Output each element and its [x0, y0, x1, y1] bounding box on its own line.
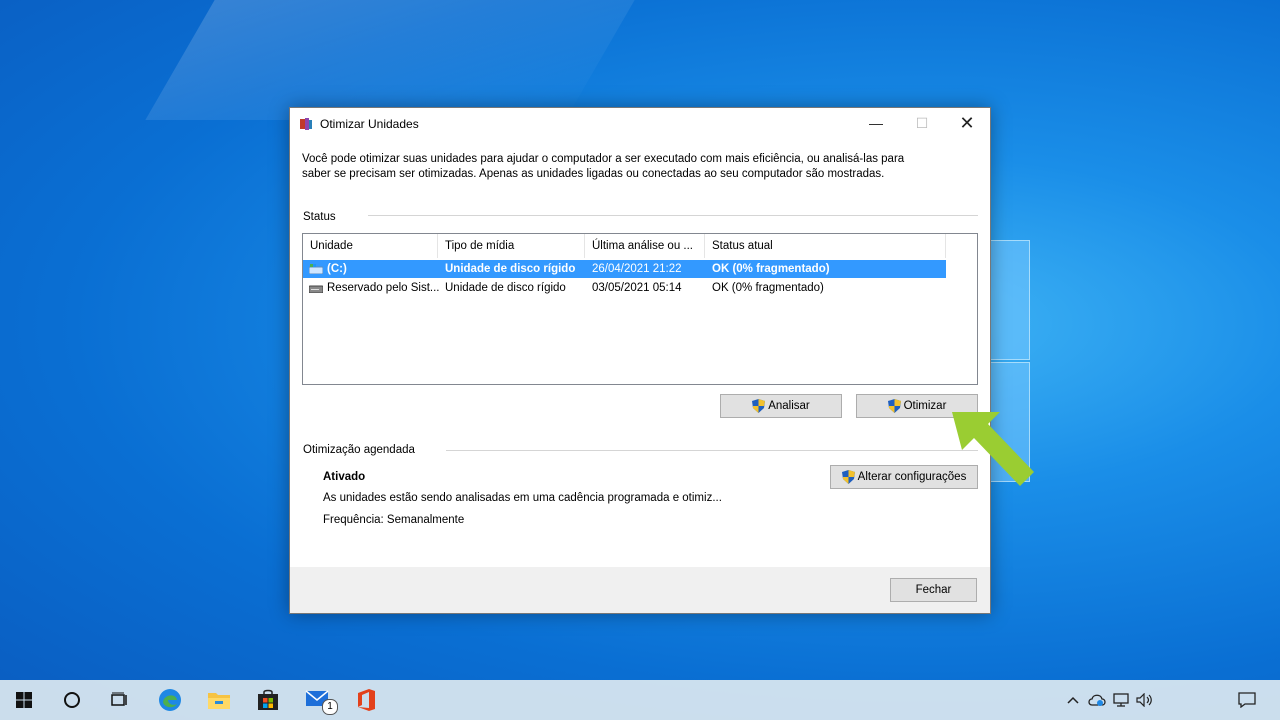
defrag-app-icon [300, 118, 312, 130]
start-button[interactable] [0, 680, 48, 720]
search-button[interactable] [48, 680, 96, 720]
uac-shield-icon [887, 399, 901, 413]
mail-badge: 1 [322, 699, 338, 715]
status-separator [368, 215, 978, 216]
office-icon [358, 689, 375, 711]
uac-shield-icon [841, 470, 855, 484]
start-icon [16, 692, 32, 708]
file-explorer-icon [208, 693, 230, 709]
schedule-section-label: Otimização agendada [303, 444, 415, 456]
onedrive-tray-button[interactable] [1086, 680, 1108, 720]
network-tray-button[interactable] [1110, 680, 1132, 720]
status-section-label: Status [303, 211, 336, 223]
hard-drive-icon [309, 285, 323, 293]
intro-text: Você pode otimizar suas unidades para aj… [302, 152, 942, 182]
uac-shield-icon [752, 399, 766, 413]
close-window-button[interactable]: ✕ [944, 108, 990, 138]
maximize-button[interactable]: ☐ [899, 108, 945, 138]
intro-line-2: saber se precisam ser otimizadas. Apenas… [302, 168, 885, 180]
drive-name: (C:) [327, 263, 347, 275]
network-icon [1113, 693, 1129, 707]
window-title: Otimizar Unidades [320, 117, 419, 131]
drive-last-analysis: 03/05/2021 05:14 [592, 282, 682, 294]
column-header-media[interactable]: Tipo de mídia [438, 234, 585, 258]
drive-name: Reservado pelo Sist... [327, 282, 440, 294]
action-center-icon [1238, 692, 1256, 708]
system-drive-icon [309, 264, 323, 274]
desktop-light-beam [145, 0, 635, 120]
minimize-icon: — [869, 115, 883, 131]
edge-button[interactable] [146, 680, 194, 720]
search-icon [64, 692, 80, 708]
column-header-status[interactable]: Status atual [705, 234, 946, 258]
schedule-description: As unidades estão sendo analisadas em um… [323, 492, 722, 504]
drive-media-type: Unidade de disco rígido [445, 282, 566, 294]
schedule-frequency: Frequência: Semanalmente [323, 514, 465, 526]
drive-row-c[interactable]: (C:) Unidade de disco rígido 26/04/2021 … [303, 260, 946, 278]
mail-button[interactable]: 1 [294, 680, 342, 720]
close-label: Fechar [915, 584, 952, 596]
drive-media-type: Unidade de disco rígido [445, 263, 576, 275]
column-header-drive[interactable]: Unidade [303, 234, 438, 258]
cloud-sync-icon [1088, 694, 1106, 706]
taskbar: 1 [0, 680, 1280, 720]
minimize-button[interactable]: — [853, 108, 899, 138]
show-hidden-icons-button[interactable] [1062, 680, 1084, 720]
drives-list-header: Unidade Tipo de mídia Última análise ou … [303, 234, 977, 258]
analyze-label: Analisar [768, 400, 810, 412]
green-arrow-annotation [952, 412, 1034, 486]
volume-tray-button[interactable] [1134, 680, 1156, 720]
file-explorer-button[interactable] [195, 680, 243, 720]
store-icon [258, 689, 278, 710]
drive-last-analysis: 26/04/2021 21:22 [592, 263, 682, 275]
intro-line-1: Você pode otimizar suas unidades para aj… [302, 153, 905, 165]
office-button[interactable] [342, 680, 390, 720]
schedule-state: Ativado [323, 471, 366, 483]
task-view-icon [111, 692, 127, 706]
analyze-button[interactable]: Analisar [720, 394, 842, 418]
optimize-drives-dialog: Otimizar Unidades — ☐ ✕ Você pode otimiz… [289, 107, 991, 614]
optimize-label: Otimizar [903, 400, 947, 412]
drive-row-reserved[interactable]: Reservado pelo Sist... Unidade de disco … [303, 279, 946, 297]
close-icon: ✕ [959, 112, 975, 133]
task-view-button[interactable] [96, 680, 144, 720]
schedule-separator [446, 450, 978, 451]
edge-icon [159, 689, 181, 711]
dialog-footer: Fechar [290, 567, 990, 613]
drive-status: OK (0% fragmentado) [712, 282, 824, 294]
speaker-icon [1136, 693, 1152, 707]
drives-list[interactable]: Unidade Tipo de mídia Última análise ou … [302, 233, 978, 385]
title-bar[interactable]: Otimizar Unidades — ☐ ✕ [290, 108, 990, 138]
notifications-button[interactable] [1230, 680, 1264, 720]
drive-status: OK (0% fragmentado) [712, 263, 830, 275]
column-header-last-analysis[interactable]: Última análise ou ... [585, 234, 705, 258]
store-button[interactable] [244, 680, 292, 720]
close-button[interactable]: Fechar [890, 578, 977, 602]
chevron-up-icon [1067, 696, 1079, 704]
maximize-icon: ☐ [915, 114, 929, 131]
